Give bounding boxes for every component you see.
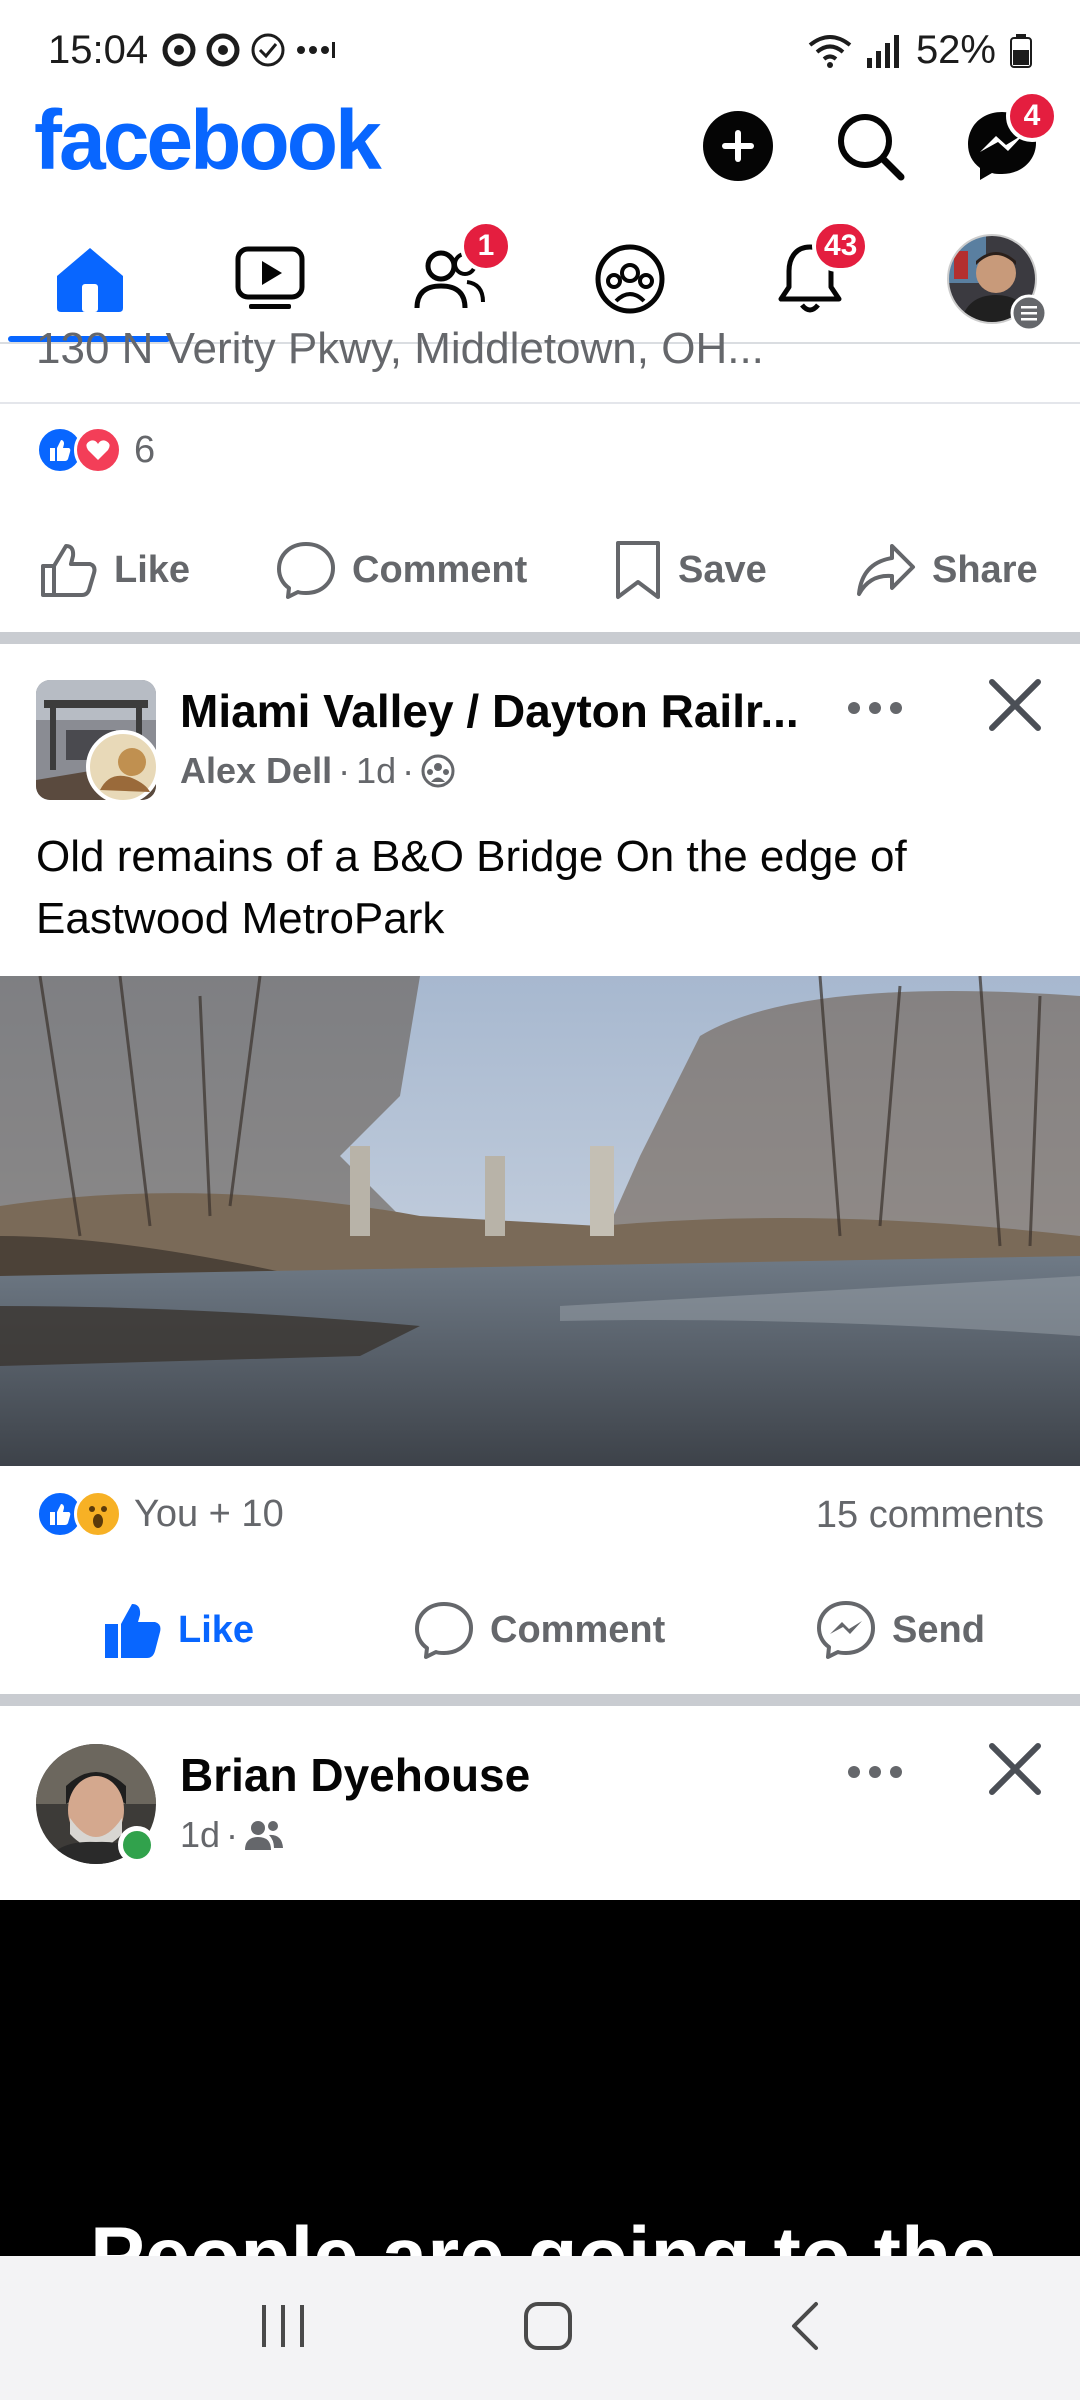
prev-post-actions: Like Comment Save Share — [0, 522, 1080, 618]
author-avatar — [86, 730, 156, 800]
share-icon — [857, 544, 915, 596]
back-chevron-icon — [792, 2301, 819, 2350]
reactions-summary[interactable]: You + 10 — [36, 1490, 284, 1538]
bookmark-icon — [616, 541, 660, 599]
system-icons: 52% — [808, 28, 1032, 73]
hide-post-button[interactable] — [984, 674, 1046, 736]
close-icon — [989, 679, 1041, 731]
prev-post: 130 N Verity Pkwy, Middletown, OH... 6 L… — [0, 324, 1080, 632]
messenger-outline-icon — [817, 1601, 875, 1659]
wow-reaction-icon — [74, 1490, 122, 1538]
comment-icon — [415, 1602, 473, 1659]
back-button[interactable] — [788, 2301, 822, 2356]
location-address: 130 N Verity Pkwy, Middletown, OH... — [36, 324, 764, 373]
system-nav-bar — [0, 2256, 1080, 2400]
like-icon — [41, 544, 97, 597]
reaction-count: 6 — [134, 428, 156, 471]
facebook-logo[interactable]: facebook — [34, 92, 382, 189]
send-label: Send — [892, 1608, 985, 1651]
post-meta: 1d · — [180, 1814, 284, 1856]
battery-percent: 52% — [915, 28, 996, 72]
share-label: Share — [932, 548, 1038, 591]
hide-post-button[interactable] — [984, 1738, 1046, 1800]
comment-label: Comment — [352, 548, 528, 591]
signal-icon — [866, 34, 899, 68]
friends-badge: 1 — [460, 220, 512, 272]
notification-icons — [162, 32, 336, 68]
home-square-icon — [523, 2301, 572, 2350]
plus-circle-icon — [703, 111, 773, 181]
like-button[interactable]: Like — [40, 542, 190, 598]
meta-dot: · — [226, 1814, 239, 1855]
meta-dot: · — [402, 750, 415, 791]
menu-icon — [1010, 294, 1048, 332]
search-icon — [838, 114, 905, 181]
battery-icon — [1010, 33, 1032, 68]
threads-icon — [206, 33, 240, 67]
share-button[interactable]: Share — [856, 543, 1038, 597]
more-options-button[interactable] — [840, 688, 910, 728]
comment-label: Comment — [490, 1608, 666, 1651]
groups-icon — [595, 244, 665, 314]
recent-apps-icon — [261, 2304, 304, 2347]
save-button[interactable]: Save — [614, 540, 767, 600]
tab-home[interactable] — [40, 234, 140, 324]
like-label: Like — [178, 1608, 255, 1651]
like-filled-icon — [105, 1604, 161, 1658]
tab-profile-menu[interactable] — [942, 234, 1048, 332]
more-options-button[interactable] — [840, 1752, 910, 1792]
comments-count[interactable]: 15 comments — [816, 1494, 1044, 1537]
like-label: Like — [114, 548, 191, 591]
save-label: Save — [678, 548, 767, 591]
online-status-dot — [118, 1826, 156, 1864]
river-bridge-photo — [0, 975, 1080, 1466]
comment-button[interactable]: Comment — [414, 1601, 665, 1659]
post-video[interactable]: People are going to the — [0, 1900, 1080, 2256]
public-audience-icon — [421, 754, 455, 788]
friends-audience-icon — [245, 1821, 284, 1850]
post-time[interactable]: 1d — [180, 1814, 220, 1856]
reactions-summary[interactable]: 6 — [36, 426, 155, 474]
post-time[interactable]: 1d — [356, 750, 396, 792]
group-name[interactable]: Miami Valley / Dayton Railr... — [180, 684, 799, 738]
author-name[interactable]: Brian Dyehouse — [180, 1748, 530, 1802]
like-button-active[interactable]: Like — [104, 1602, 254, 1658]
home-button[interactable] — [523, 2301, 573, 2356]
tab-video[interactable] — [220, 234, 320, 324]
status-bar: 15:04 52% — [0, 0, 1080, 100]
comment-button[interactable]: Comment — [276, 541, 527, 599]
love-reaction-icon — [74, 426, 122, 474]
comment-icon — [277, 542, 335, 599]
wifi-icon — [808, 34, 852, 68]
post-separator — [0, 632, 1080, 644]
post-photo[interactable] — [0, 975, 1080, 1466]
post-meta: Alex Dell · 1d · — [180, 750, 456, 792]
author-name[interactable]: Alex Dell — [180, 750, 332, 792]
video-icon — [235, 246, 305, 309]
search-button[interactable] — [832, 108, 908, 184]
reactions-text: You + 10 — [134, 1492, 284, 1535]
tab-groups[interactable] — [580, 234, 680, 324]
group-avatar[interactable] — [36, 680, 156, 800]
post-text: Old remains of a B&O Bridge On the edge … — [36, 832, 907, 943]
close-icon — [989, 1743, 1041, 1795]
divider — [0, 402, 1080, 404]
post-actions: Like Comment Send — [0, 1582, 1080, 1678]
more-dots-icon — [848, 702, 902, 714]
notifications-badge: 43 — [812, 220, 870, 272]
messenger-badge: 4 — [1006, 90, 1058, 142]
more-notifications-icon — [297, 42, 335, 58]
recent-apps-button[interactable] — [258, 2303, 308, 2354]
threads-icon — [162, 33, 196, 67]
video-caption: People are going to the — [90, 2210, 997, 2256]
create-post-button[interactable] — [700, 108, 776, 184]
send-button[interactable]: Send — [816, 1600, 985, 1660]
meta-dot: · — [338, 750, 351, 791]
more-dots-icon — [848, 1766, 902, 1778]
home-icon — [57, 248, 123, 312]
post-stats: You + 10 15 comments — [0, 1490, 1080, 1546]
status-time: 15:04 — [48, 28, 149, 72]
check-circle-icon — [251, 33, 285, 67]
post-separator — [0, 1694, 1080, 1706]
